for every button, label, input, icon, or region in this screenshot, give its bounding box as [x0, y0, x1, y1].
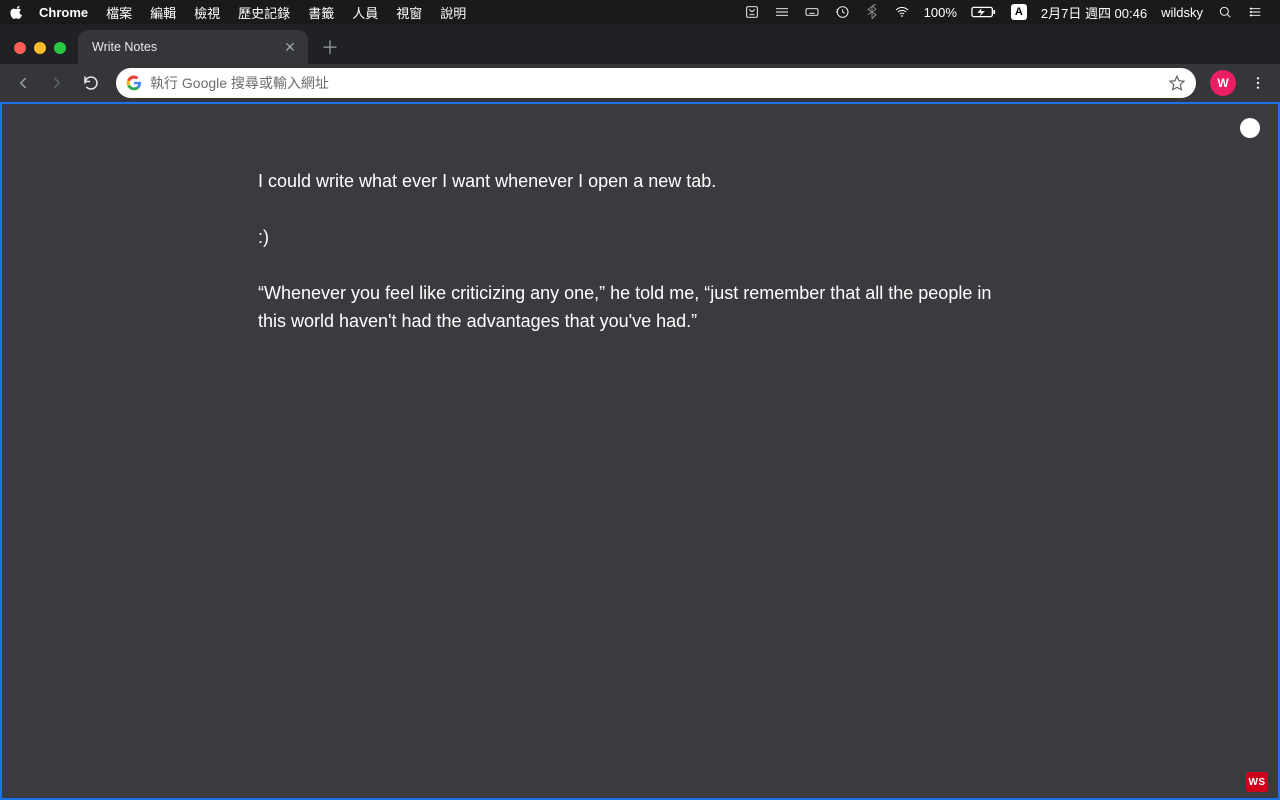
nav-reload-button[interactable]: [76, 68, 106, 98]
menu-history[interactable]: 歷史記錄: [229, 3, 299, 22]
app-name[interactable]: Chrome: [30, 5, 97, 20]
chrome-menu-button[interactable]: [1244, 69, 1272, 97]
menu-help[interactable]: 說明: [431, 3, 475, 22]
profile-avatar[interactable]: W: [1210, 70, 1236, 96]
window-maximize-button[interactable]: [54, 42, 66, 54]
bookmark-star-icon[interactable]: [1168, 74, 1186, 92]
tab-strip: Write Notes ✕ ＋: [0, 24, 1280, 64]
note-editor[interactable]: I could write what ever I want whenever …: [258, 168, 1022, 364]
address-bar-placeholder: 執行 Google 搜尋或輸入網址: [150, 73, 1160, 93]
apple-menu-icon[interactable]: [10, 5, 24, 19]
window-controls: [14, 42, 66, 54]
status-lines-icon[interactable]: [767, 4, 797, 20]
keyboard-icon[interactable]: [797, 4, 827, 20]
status-indicator-icon[interactable]: [737, 4, 767, 20]
address-bar[interactable]: 執行 Google 搜尋或輸入網址: [116, 68, 1196, 98]
menu-bookmarks[interactable]: 書籤: [299, 3, 343, 22]
chrome-window: Write Notes ✕ ＋ 執行 Google 搜尋或輸入網址: [0, 24, 1280, 800]
battery-percent[interactable]: 100%: [917, 5, 964, 20]
tab-title: Write Notes: [92, 40, 282, 54]
page-viewport: I could write what ever I want whenever …: [0, 102, 1280, 800]
control-center-icon[interactable]: [1240, 4, 1270, 20]
wifi-icon[interactable]: [887, 4, 917, 20]
menu-people[interactable]: 人員: [343, 3, 387, 22]
menubar-username[interactable]: wildsky: [1154, 5, 1210, 20]
menubar-datetime[interactable]: 2月7日 週四 00:46: [1034, 3, 1154, 22]
theme-toggle-button[interactable]: [1240, 118, 1260, 138]
note-paragraph: I could write what ever I want whenever …: [258, 168, 1022, 196]
spotlight-icon[interactable]: [1210, 4, 1240, 20]
note-paragraph: “Whenever you feel like criticizing any …: [258, 280, 1022, 336]
nav-back-button[interactable]: [8, 68, 38, 98]
nav-forward-button[interactable]: [42, 68, 72, 98]
time-machine-icon[interactable]: [827, 4, 857, 20]
input-source-indicator[interactable]: A: [1004, 4, 1034, 20]
browser-tab-active[interactable]: Write Notes ✕: [78, 30, 308, 64]
menu-edit[interactable]: 編輯: [141, 3, 185, 22]
menu-file[interactable]: 檔案: [97, 3, 141, 22]
menu-window[interactable]: 視窗: [387, 3, 431, 22]
tab-close-button[interactable]: ✕: [282, 39, 298, 55]
macos-menubar: Chrome 檔案 編輯 檢視 歷史記錄 書籤 人員 視窗 說明 100%: [0, 0, 1280, 24]
window-close-button[interactable]: [14, 42, 26, 54]
window-minimize-button[interactable]: [34, 42, 46, 54]
corner-badge[interactable]: WS: [1246, 772, 1268, 792]
browser-toolbar: 執行 Google 搜尋或輸入網址 W: [0, 64, 1280, 102]
new-tab-button[interactable]: ＋: [316, 33, 344, 61]
menu-view[interactable]: 檢視: [185, 3, 229, 22]
battery-icon[interactable]: [964, 5, 1004, 19]
google-icon: [126, 75, 142, 91]
bluetooth-icon[interactable]: [857, 4, 887, 20]
note-paragraph: :): [258, 224, 1022, 252]
